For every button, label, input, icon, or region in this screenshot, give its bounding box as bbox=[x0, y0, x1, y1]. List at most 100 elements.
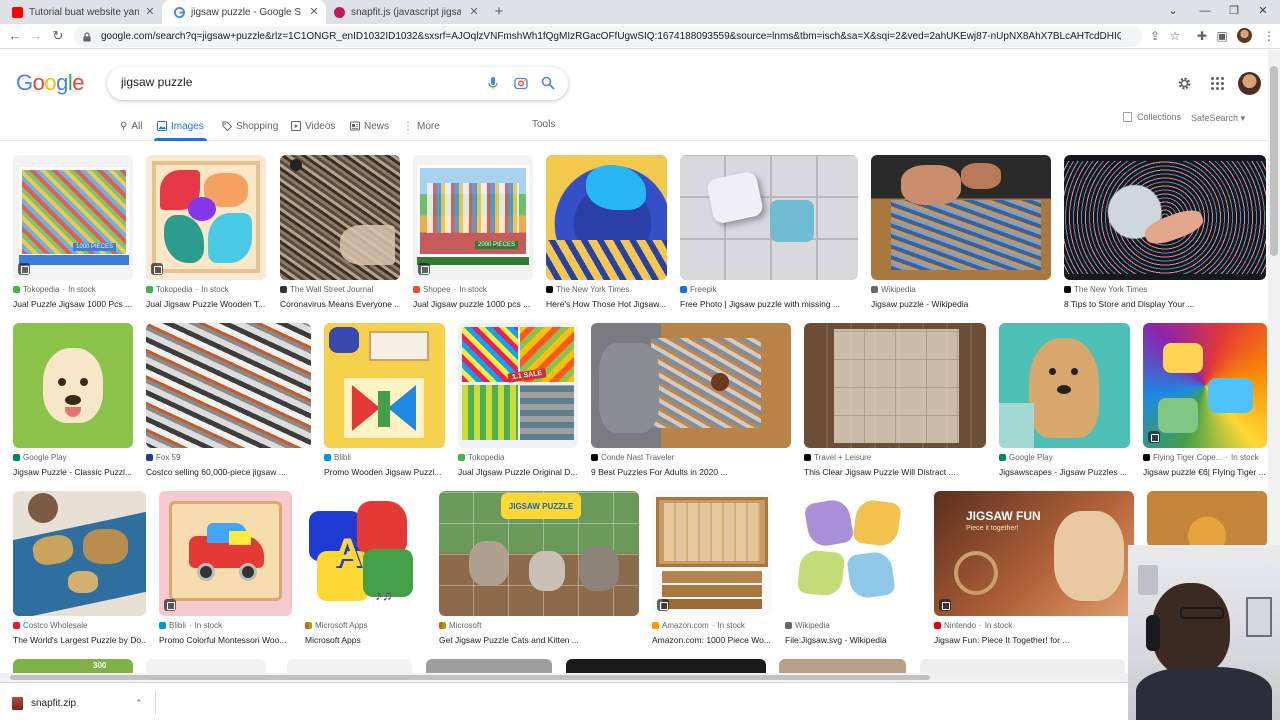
tools-button[interactable]: Tools bbox=[532, 119, 555, 130]
close-tab-icon[interactable]: ✕ bbox=[308, 6, 320, 18]
result-thumbnail[interactable] bbox=[680, 155, 858, 280]
result-thumbnail[interactable]: 2000 PIECES bbox=[413, 155, 533, 280]
result-caption[interactable]: Promo Wooden Jigsaw Puzzl... bbox=[324, 467, 445, 477]
scrollbar-thumb[interactable] bbox=[1270, 66, 1278, 256]
result-caption[interactable]: Jigsaw Fun: Piece It Together! for ... bbox=[934, 635, 1134, 645]
result-thumbnail[interactable] bbox=[566, 659, 766, 673]
result-thumbnail[interactable] bbox=[804, 323, 986, 448]
result-caption[interactable]: Free Photo | Jigsaw puzzle with missing … bbox=[680, 299, 858, 309]
result-caption[interactable]: 9 Best Puzzles For Adults in 2020 ... bbox=[591, 467, 791, 477]
result-caption[interactable]: Jigsaw puzzle - Wikipedia bbox=[871, 299, 1051, 309]
result-thumbnail[interactable] bbox=[426, 659, 552, 673]
result-thumbnail[interactable] bbox=[1064, 155, 1266, 280]
back-icon[interactable]: ← bbox=[8, 29, 22, 43]
result-caption[interactable]: Promo Colorful Montessori Woo... bbox=[159, 635, 292, 645]
tab-more[interactable]: ⋮ More bbox=[403, 119, 440, 133]
side-panel-icon[interactable]: ▣ bbox=[1215, 29, 1229, 43]
result-thumbnail[interactable] bbox=[13, 323, 133, 448]
result-caption[interactable]: Jigsaw Puzzle - Classic Puzzl... bbox=[13, 467, 133, 477]
account-avatar[interactable] bbox=[1238, 72, 1261, 95]
settings-gear-icon[interactable] bbox=[1177, 76, 1192, 91]
search-input[interactable] bbox=[121, 75, 471, 89]
new-tab-button[interactable]: + bbox=[491, 4, 507, 20]
result-thumbnail[interactable] bbox=[287, 659, 412, 673]
result-caption[interactable]: File:Jigsaw.svg - Wikipedia bbox=[785, 635, 921, 645]
result-thumbnail[interactable] bbox=[146, 155, 266, 280]
camera-lens-icon[interactable] bbox=[514, 76, 528, 90]
result-thumbnail[interactable]: JIGSAW PUZZLE bbox=[439, 491, 639, 616]
result-thumbnail[interactable] bbox=[324, 323, 445, 448]
result-caption[interactable]: Microsoft Apps bbox=[305, 635, 426, 645]
tab-google-search[interactable]: jigsaw puzzle - Google Search ✕ bbox=[162, 0, 326, 24]
extensions-icon[interactable]: ✚ bbox=[1195, 29, 1209, 43]
address-bar[interactable]: google.com/search?q=jigsaw+puzzle&rlz=1C… bbox=[74, 26, 1142, 47]
result-thumbnail[interactable] bbox=[999, 323, 1130, 448]
collections-link[interactable]: Collections bbox=[1123, 112, 1181, 122]
result-thumbnail[interactable]: 1.1 SALE bbox=[458, 323, 578, 448]
close-tab-icon[interactable]: ✕ bbox=[144, 6, 156, 18]
result-caption[interactable]: Jual Jigsaw puzzle 1000 pcs ... bbox=[413, 299, 533, 309]
tab-all[interactable]: ⚲ All bbox=[120, 119, 142, 133]
result-thumbnail[interactable] bbox=[546, 155, 667, 280]
restore-icon[interactable]: ❐ bbox=[1227, 4, 1241, 18]
google-logo[interactable]: Google bbox=[16, 70, 85, 96]
forward-icon[interactable]: → bbox=[29, 29, 43, 43]
tab-news[interactable]: News bbox=[350, 119, 389, 133]
horizontal-scrollbar[interactable] bbox=[0, 673, 1128, 682]
result-thumbnail[interactable]: 1000 PIECES bbox=[13, 155, 133, 280]
result-caption[interactable]: Here's How Those Hot Jigsaw... bbox=[546, 299, 667, 309]
result-thumbnail[interactable]: 300 bbox=[13, 659, 133, 673]
tab-search-icon[interactable]: ⌄ bbox=[1166, 4, 1180, 18]
result-caption[interactable]: Jual Puzzle Jigsaw 1000 Pcs ... bbox=[13, 299, 133, 309]
close-tab-icon[interactable]: ✕ bbox=[468, 6, 480, 18]
search-icon[interactable] bbox=[541, 76, 555, 90]
result-thumbnail[interactable] bbox=[1147, 491, 1267, 547]
result-thumbnail[interactable] bbox=[146, 659, 266, 673]
scrollbar-thumb[interactable] bbox=[10, 675, 930, 680]
result-thumbnail[interactable] bbox=[591, 323, 791, 448]
result-thumbnail[interactable]: JIGSAW FUN Piece it together! bbox=[934, 491, 1134, 616]
game-logo: JIGSAW PUZZLE bbox=[501, 493, 581, 519]
result-caption[interactable]: Amazon.com: 1000 Piece Wo... bbox=[652, 635, 772, 645]
tab-youtube[interactable]: Tutorial buat website yang terint ✕ bbox=[0, 0, 162, 24]
bookmark-star-icon[interactable]: ☆ bbox=[1168, 29, 1182, 43]
result-thumbnail[interactable] bbox=[13, 491, 146, 616]
result-thumbnail[interactable] bbox=[920, 659, 1125, 673]
result-caption[interactable]: Get Jigsaw Puzzle Cats and Kitten ... bbox=[439, 635, 639, 645]
tab-videos[interactable]: Videos bbox=[291, 119, 335, 133]
chevron-up-icon[interactable]: ⌃ bbox=[135, 698, 143, 709]
result-caption[interactable]: Costco selling 60,000-piece jigsaw ... bbox=[146, 467, 311, 477]
minimize-icon[interactable]: — bbox=[1198, 4, 1212, 18]
result-caption[interactable]: Jigsaw puzzle €6| Flying Tiger ... bbox=[1143, 467, 1267, 477]
result-caption[interactable]: The World's Largest Puzzle by Do... bbox=[13, 635, 146, 645]
result-caption[interactable]: Jual JIgsaw Puzzle Original D... bbox=[458, 467, 578, 477]
collections-icon bbox=[1123, 112, 1132, 122]
result-thumbnail[interactable] bbox=[785, 491, 921, 616]
result-caption[interactable]: Jual Jigsaw Puzzle Wooden T... bbox=[146, 299, 266, 309]
result-thumbnail[interactable] bbox=[1143, 323, 1267, 448]
safesearch-dropdown[interactable]: SafeSearch ▾ bbox=[1191, 113, 1245, 124]
result-thumbnail[interactable] bbox=[146, 323, 311, 448]
download-item[interactable]: snapfit.zip ⌃ bbox=[8, 691, 156, 715]
microphone-icon[interactable] bbox=[486, 76, 500, 90]
result-thumbnail[interactable] bbox=[871, 155, 1051, 280]
result-caption[interactable]: This Clear Jigsaw Puzzle Will Distract .… bbox=[804, 467, 986, 477]
profile-avatar[interactable] bbox=[1237, 28, 1252, 43]
close-window-icon[interactable]: ✕ bbox=[1256, 4, 1270, 18]
tab-snapfit[interactable]: snapfit.js (javascript jigsaw puzzl ✕ bbox=[322, 0, 486, 24]
tab-shopping[interactable]: Shopping bbox=[222, 119, 278, 133]
browser-menu-icon[interactable]: ⋮ bbox=[1262, 29, 1276, 43]
reload-icon[interactable]: ↻ bbox=[51, 29, 65, 43]
source-icon bbox=[159, 622, 166, 629]
result-caption[interactable]: Jigsawscapes - Jigsaw Puzzles ... bbox=[999, 467, 1130, 477]
result-caption[interactable]: Coronavirus Means Everyone ... bbox=[280, 299, 400, 309]
result-thumbnail[interactable] bbox=[652, 491, 772, 616]
result-thumbnail[interactable] bbox=[779, 659, 906, 673]
share-icon[interactable]: ⇪ bbox=[1148, 29, 1162, 43]
result-thumbnail[interactable] bbox=[159, 491, 292, 616]
result-thumbnail[interactable]: A ♪♫ bbox=[305, 491, 426, 616]
google-apps-icon[interactable] bbox=[1211, 77, 1224, 90]
result-caption[interactable]: 8 Tips to Store and Display Your ... bbox=[1064, 299, 1266, 309]
tab-images[interactable]: Images bbox=[154, 119, 207, 141]
result-thumbnail[interactable] bbox=[280, 155, 400, 280]
